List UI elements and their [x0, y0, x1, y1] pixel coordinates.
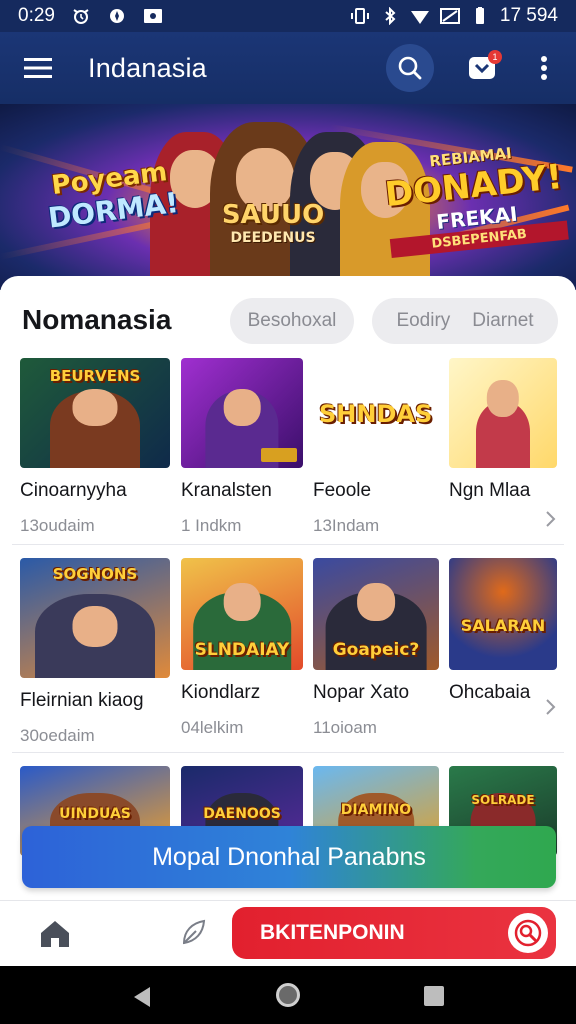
- chevron-right-icon[interactable]: [544, 696, 558, 718]
- chevron-right-icon[interactable]: [544, 508, 558, 530]
- game-subtitle: 13Indam: [313, 516, 380, 535]
- game-row: SOGNONS Fleirnian kiaog 30oedaim SLNDAIA…: [0, 558, 576, 748]
- content-card: Nomanasia Besohoxal Eodiry Diarnet BEURV…: [0, 276, 576, 900]
- game-card[interactable]: SLNDAIAY Kiondlarz 04lelkim: [181, 558, 303, 738]
- red-action-label: BKITENPONIN: [260, 921, 405, 944]
- game-subtitle: 1 Indkm: [181, 516, 242, 535]
- pill-search-button[interactable]: [508, 913, 548, 953]
- game-card[interactable]: Kranalsten 1 Indkm: [181, 358, 303, 536]
- game-name: Feoole: [313, 480, 372, 501]
- compass-icon: [109, 9, 124, 23]
- game-thumbnail: SLNDAIAY: [181, 558, 303, 670]
- system-nav-bar: [0, 966, 576, 1024]
- app-bar: Indanasia 1: [0, 32, 576, 104]
- game-name: Ngn Mlaa: [449, 480, 531, 501]
- game-card[interactable]: BEURVENS Cinoarnyyha 13oudaim: [20, 358, 170, 536]
- game-thumbnail: [449, 358, 557, 468]
- filter-chip-label: Eodiry: [396, 310, 451, 331]
- bottom-nav-bar: BKITENPONIN: [0, 900, 576, 966]
- game-thumbnail: SHNDAS: [313, 358, 437, 468]
- banner-right-title: REBIAMAI DONADY! FREKAI DSBEPENFAB: [381, 139, 569, 259]
- image-icon: [143, 9, 162, 23]
- battery-icon: [475, 7, 484, 24]
- game-name: Cinoarnyyha: [20, 480, 127, 501]
- vibrate-icon: [350, 8, 369, 24]
- signal-icon: [439, 8, 460, 24]
- game-thumbnail: SOGNONS: [20, 558, 170, 678]
- filter-chip-pair[interactable]: Eodiry Diarnet: [372, 298, 558, 344]
- status-right-text: 17 594: [499, 5, 558, 26]
- game-thumbnail: Goapeic?: [313, 558, 439, 670]
- game-name: Kiondlarz: [181, 682, 261, 703]
- row-divider: [12, 752, 564, 753]
- notification-badge: 1: [488, 50, 502, 64]
- more-options-button[interactable]: [522, 46, 566, 90]
- notification-button[interactable]: 1: [460, 46, 504, 90]
- filter-chip[interactable]: Besohoxal: [230, 298, 354, 344]
- game-subtitle: 30oedaim: [20, 726, 95, 745]
- section-header: Nomanasia Besohoxal Eodiry Diarnet: [0, 276, 576, 358]
- game-thumbnail: BEURVENS: [20, 358, 170, 468]
- search-icon: [398, 56, 422, 80]
- status-bar: 0:29 17 594: [0, 0, 576, 32]
- home-circle-icon[interactable]: [276, 983, 300, 1007]
- home-icon[interactable]: [38, 919, 72, 949]
- status-time: 0:29: [18, 5, 55, 26]
- promo-banner[interactable]: Poyeam DORMA! SAUUO DEEDENUS REBIAMAI DO…: [0, 104, 576, 290]
- game-card[interactable]: SHNDAS Feoole 13Indam: [313, 358, 437, 536]
- leaf-icon[interactable]: [176, 915, 212, 951]
- game-subtitle: 11oioam: [313, 718, 377, 737]
- search-icon: [514, 919, 542, 947]
- game-name: Ohcabaia: [449, 682, 531, 703]
- game-thumbnail: SALARAN: [449, 558, 557, 670]
- game-card[interactable]: SOGNONS Fleirnian kiaog 30oedaim: [20, 558, 170, 746]
- hamburger-icon: [24, 58, 52, 78]
- game-card[interactable]: SALARAN Ohcabaia: [449, 558, 557, 704]
- back-icon[interactable]: [132, 986, 152, 1008]
- game-subtitle: 04lelkim: [181, 718, 244, 737]
- wifi-icon: [410, 11, 429, 24]
- row-divider: [12, 544, 564, 545]
- game-subtitle: 13oudaim: [20, 516, 95, 535]
- section-title: Nomanasia: [22, 304, 172, 335]
- game-name: Nopar Xato: [313, 682, 410, 703]
- bluetooth-icon: [385, 7, 396, 25]
- recent-apps-icon[interactable]: [424, 986, 444, 1006]
- game-card[interactable]: Ngn Mlaa: [449, 358, 557, 502]
- game-name: Kranalsten: [181, 480, 272, 501]
- game-name: Fleirnian kiaog: [20, 690, 144, 711]
- game-thumbnail: [181, 358, 303, 468]
- alarm-icon: [73, 9, 89, 24]
- game-card[interactable]: Goapeic? Nopar Xato 11oioam: [313, 558, 439, 738]
- app-title: Indanasia: [88, 52, 207, 83]
- red-action-button[interactable]: BKITENPONIN: [232, 907, 556, 959]
- banner-center-logo: SAUUO DEEDENUS: [221, 200, 325, 246]
- menu-button[interactable]: [0, 32, 76, 104]
- main-cta-button[interactable]: Mopal Dnonhal Panabns: [22, 826, 556, 888]
- search-button[interactable]: [386, 44, 434, 92]
- game-row: BEURVENS Cinoarnyyha 13oudaim Kranalsten…: [0, 358, 576, 548]
- filter-chip-label: Diarnet: [472, 310, 534, 331]
- more-vert-icon: [541, 56, 547, 80]
